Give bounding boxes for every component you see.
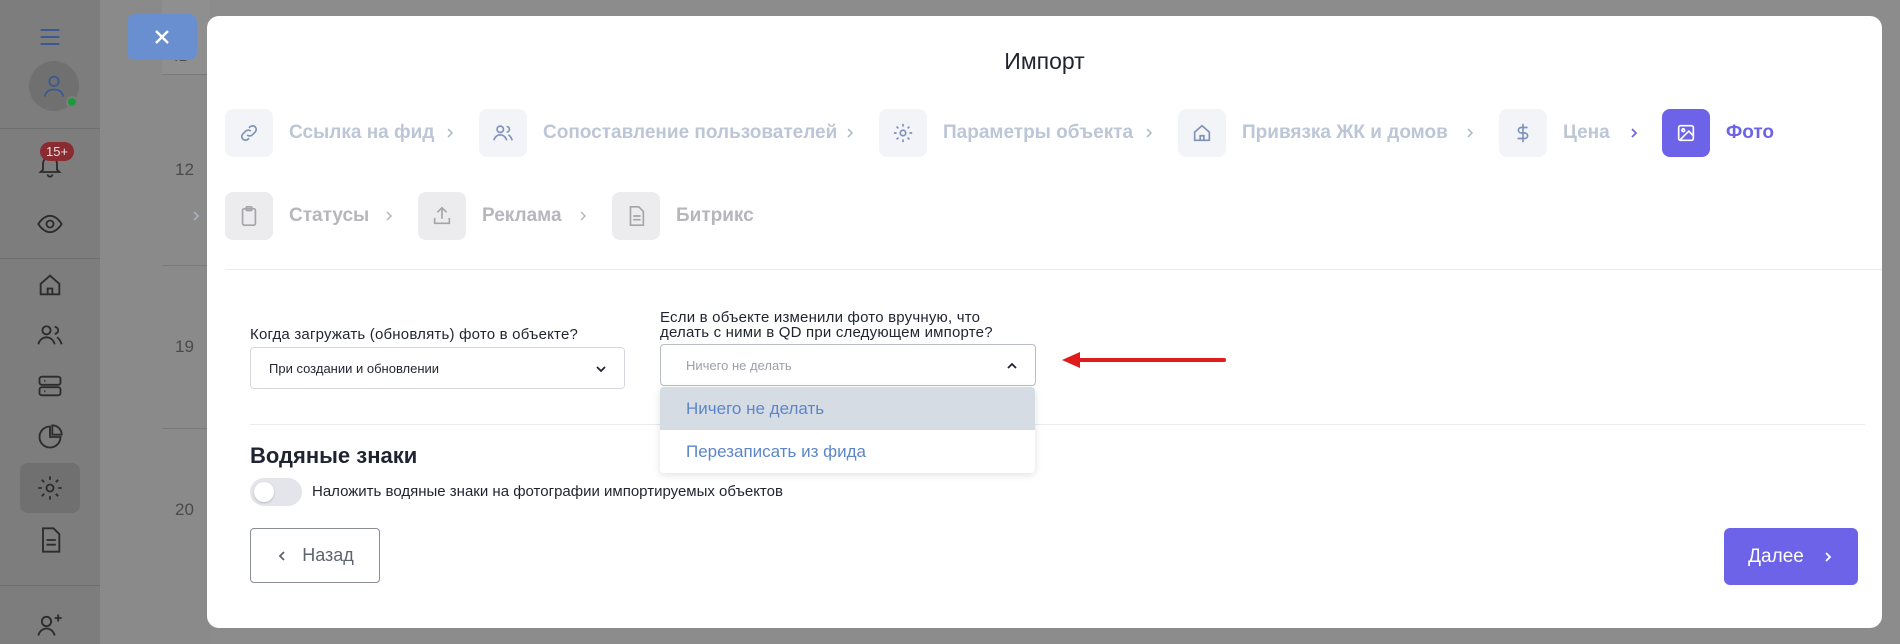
- chevron-right-icon: [193, 211, 200, 221]
- chevron-right-icon: [847, 128, 854, 138]
- dropdown-option-do-nothing[interactable]: Ничего не делать: [660, 387, 1035, 430]
- users-icon[interactable]: [20, 310, 80, 360]
- step-bitrix[interactable]: Битрикс: [612, 192, 754, 240]
- import-modal: Импорт Ссылка на фид Сопоставление польз…: [193, 16, 1882, 628]
- clipboard-icon: [225, 192, 273, 240]
- add-user-icon[interactable]: [20, 600, 80, 644]
- gear-icon: [879, 109, 927, 157]
- step-label: Ссылка на фид: [289, 122, 435, 143]
- dollar-icon: [1499, 109, 1547, 157]
- step-user-mapping[interactable]: Сопоставление пользователей: [479, 109, 837, 157]
- manual-change-dropdown: Ничего не делать Перезаписать из фида: [660, 387, 1035, 473]
- photo-update-label: Когда загружать (обновлять) фото в объек…: [250, 326, 579, 343]
- manual-change-label-line2: делать с ними в QD при следующем импорте…: [660, 324, 993, 341]
- step-label: Фото: [1726, 122, 1775, 143]
- back-button[interactable]: Назад: [250, 528, 380, 583]
- step-label: Цена: [1563, 122, 1610, 143]
- server-icon[interactable]: [20, 361, 80, 411]
- sidebar: 15+: [0, 0, 100, 644]
- annotation-arrow-icon: [1062, 352, 1226, 368]
- link-icon: [225, 109, 273, 157]
- avatar[interactable]: [29, 61, 79, 111]
- step-complex-binding[interactable]: Привязка ЖК и домов: [1178, 109, 1448, 157]
- chevron-right-icon: [1146, 128, 1153, 138]
- chevron-right-icon: [447, 128, 454, 138]
- chevron-left-icon: [278, 550, 285, 561]
- manual-change-select[interactable]: Ничего не делать: [660, 344, 1036, 386]
- table-cell: 12: [175, 160, 194, 179]
- users-icon: [479, 109, 527, 157]
- share-icon: [418, 192, 466, 240]
- document-icon[interactable]: [20, 515, 80, 565]
- step-advertising[interactable]: Реклама: [418, 192, 562, 240]
- chevron-right-icon: [1467, 128, 1474, 138]
- chevron-up-icon: [1007, 362, 1017, 369]
- step-label: Реклама: [482, 205, 562, 226]
- online-status-dot: [66, 96, 78, 108]
- dropdown-option-overwrite[interactable]: Перезаписать из фида: [660, 430, 1035, 473]
- background-table: ID 12 19 20: [100, 0, 210, 644]
- next-button-label: Далее: [1748, 545, 1804, 567]
- step-label: Параметры объекта: [943, 122, 1134, 143]
- close-icon: [155, 30, 169, 44]
- table-cell: 19: [175, 337, 194, 356]
- photo-update-select[interactable]: При создании и обновлении: [250, 347, 625, 389]
- step-label: Сопоставление пользователей: [543, 122, 838, 143]
- steps-divider: [225, 269, 1882, 270]
- watermarks-toggle[interactable]: [250, 478, 302, 506]
- home-icon[interactable]: [20, 260, 80, 310]
- watermarks-title: Водяные знаки: [250, 443, 418, 468]
- pie-chart-icon[interactable]: [20, 412, 80, 462]
- step-label: Битрикс: [676, 205, 754, 226]
- chevron-down-icon: [596, 366, 606, 373]
- step-feed-link[interactable]: Ссылка на фид: [225, 109, 434, 157]
- watermarks-toggle-label: Наложить водяные знаки на фотографии имп…: [312, 483, 783, 500]
- manual-change-placeholder: Ничего не делать: [686, 357, 792, 373]
- gear-icon[interactable]: [20, 463, 80, 513]
- table-cell: 20: [175, 500, 194, 519]
- modal-title: Импорт: [1004, 48, 1085, 74]
- step-photo[interactable]: Фото: [1662, 109, 1774, 157]
- step-object-params[interactable]: Параметры объекта: [879, 109, 1133, 157]
- back-button-label: Назад: [302, 545, 354, 565]
- step-price[interactable]: Цена: [1499, 109, 1610, 157]
- manual-change-label-line1: Если в объекте изменили фото вручную, чт…: [660, 309, 981, 326]
- close-button[interactable]: [127, 14, 197, 60]
- toggle-knob: [254, 482, 274, 502]
- photo-update-value: При создании и обновлении: [269, 360, 440, 376]
- step-label: Привязка ЖК и домов: [1242, 122, 1448, 143]
- chevron-right-icon: [580, 211, 587, 221]
- section-divider: [250, 424, 1865, 425]
- next-button[interactable]: Далее: [1724, 528, 1858, 585]
- image-icon: [1662, 109, 1710, 157]
- step-statuses[interactable]: Статусы: [225, 192, 369, 240]
- eye-icon[interactable]: [20, 199, 80, 249]
- menu-icon[interactable]: [20, 12, 80, 62]
- notification-badge: 15+: [40, 142, 75, 161]
- chevron-right-icon: [1825, 551, 1832, 562]
- chevron-right-icon: [1631, 128, 1638, 138]
- document-icon: [612, 192, 660, 240]
- home-icon: [1178, 109, 1226, 157]
- chevron-right-icon: [386, 211, 393, 221]
- step-label: Статусы: [289, 205, 370, 226]
